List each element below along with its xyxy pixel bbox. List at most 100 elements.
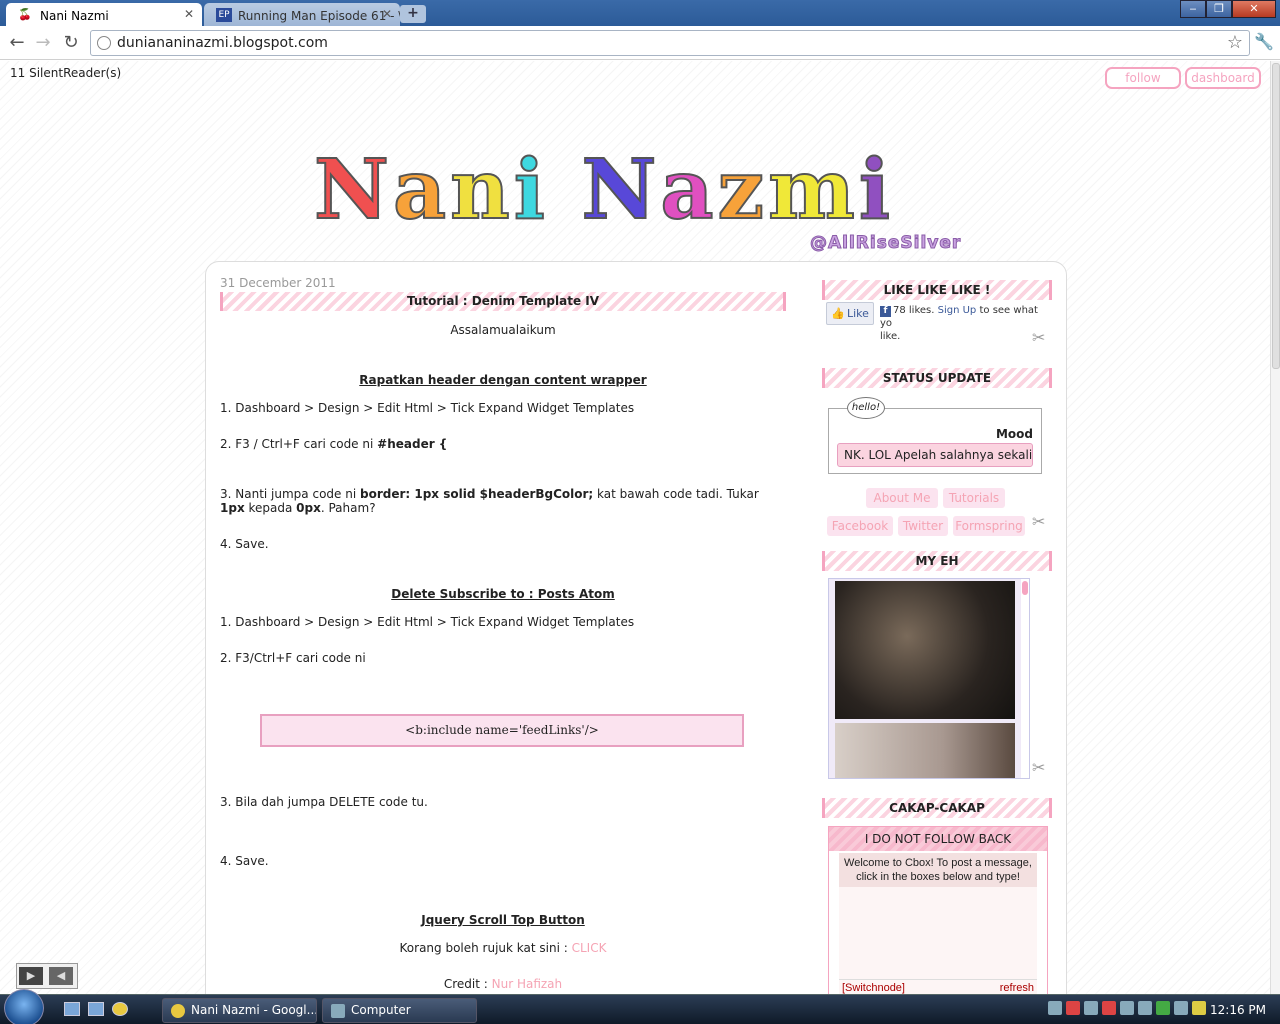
logo-letter: m xyxy=(767,142,859,238)
page-icon xyxy=(97,36,111,50)
link-about-me[interactable]: About Me xyxy=(866,488,938,508)
clock: 12:16 PM xyxy=(1210,1003,1266,1017)
photo-gallery[interactable] xyxy=(828,578,1030,779)
volume-icon[interactable]: ◀ xyxy=(49,967,73,985)
silent-readers: 11 SilentReader(s) xyxy=(10,66,122,80)
status-box: hello! Mood NK. LOL Apelah salahnya seka… xyxy=(828,397,1042,474)
cbox-widget: I DO NOT FOLLOW BACK Welcome to Cbox! To… xyxy=(828,826,1048,994)
tray-icon[interactable] xyxy=(1174,1001,1188,1015)
facebook-like-button[interactable]: Like xyxy=(826,302,874,325)
blog-logo[interactable]: Nani Nazmi xyxy=(313,142,895,238)
music-player: ▶ ◀ xyxy=(16,963,78,989)
like-heading: LIKE LIKE LIKE ! xyxy=(822,280,1052,300)
gallery-photo[interactable] xyxy=(835,723,1015,778)
explorer-icon[interactable] xyxy=(88,1002,104,1016)
link-tutorials[interactable]: Tutorials xyxy=(943,488,1005,508)
link-formspring[interactable]: Formspring xyxy=(953,516,1025,536)
tab-running-man[interactable]: EP Running Man Episode 61 - \ ✕ xyxy=(204,3,400,26)
tray-icon[interactable] xyxy=(1156,1001,1170,1015)
tray-icon[interactable] xyxy=(1138,1001,1152,1015)
credit-link[interactable]: Nur Hafizah xyxy=(492,977,563,991)
fb-signup-link[interactable]: Sign Up xyxy=(938,305,977,316)
status-heading: STATUS UPDATE xyxy=(822,368,1052,388)
step-text: 2. F3/Ctrl+F cari code ni xyxy=(220,651,366,665)
content-wrapper: 31 December 2011 Tutorial : Denim Templa… xyxy=(205,261,1067,994)
edit-widget-icon[interactable]: ✂ xyxy=(1032,512,1045,531)
url-text: duniananinazmi.blogspot.com xyxy=(117,35,328,51)
tray-icon[interactable] xyxy=(1102,1001,1116,1015)
minimize-button[interactable]: ‒ xyxy=(1180,0,1206,18)
logo-letter: n xyxy=(449,142,514,238)
maximize-button[interactable]: ❐ xyxy=(1206,0,1232,18)
gallery-photo[interactable] xyxy=(835,581,1015,719)
tab-title: Nani Nazmi xyxy=(40,9,109,23)
wrench-icon[interactable]: 🔧 xyxy=(1254,32,1274,51)
tray-icon[interactable] xyxy=(1066,1001,1080,1015)
section-heading: Rapatkan header dengan content wrapper xyxy=(359,373,647,387)
mood-label: Mood xyxy=(995,427,1033,441)
task-chrome[interactable]: Nani Nazmi - Googl... xyxy=(162,998,317,1023)
start-button[interactable] xyxy=(4,989,44,1024)
page-scrollbar[interactable] xyxy=(1270,61,1280,994)
tray-icon[interactable] xyxy=(1192,1001,1206,1015)
switchnode-link[interactable]: [Switchnode] xyxy=(842,982,905,994)
taskbar: Nani Nazmi - Googl... Computer 12:16 PM xyxy=(0,989,1280,1024)
close-window-button[interactable]: ✕ xyxy=(1232,0,1276,18)
edit-widget-icon[interactable]: ✂ xyxy=(1032,328,1045,347)
facebook-like-info: f 78 likes. Sign Up to see what yo like. xyxy=(880,305,1038,342)
link-twitter[interactable]: Twitter xyxy=(898,516,948,536)
logo-letter: a xyxy=(392,142,451,238)
section-heading: Jquery Scroll Top Button xyxy=(421,913,585,927)
cbox-title: I DO NOT FOLLOW BACK xyxy=(829,827,1047,851)
refresh-link[interactable]: refresh xyxy=(1000,982,1034,994)
address-bar[interactable]: duniananinazmi.blogspot.com ☆ xyxy=(90,30,1250,56)
edit-widget-icon[interactable]: ✂ xyxy=(1032,758,1045,777)
click-link[interactable]: CLICK xyxy=(572,941,607,955)
window-controls: ‒ ❐ ✕ xyxy=(1180,0,1276,18)
cbox-messages[interactable]: Welcome to Cbox! To post a message, clic… xyxy=(839,853,1037,994)
post-title[interactable]: Tutorial : Denim Template IV xyxy=(220,292,786,311)
logo-letter: z xyxy=(717,142,769,238)
back-button[interactable]: ← xyxy=(6,32,28,54)
tray-icon[interactable] xyxy=(1120,1001,1134,1015)
cbox-welcome: Welcome to Cbox! To post a message, clic… xyxy=(839,853,1037,887)
close-tab-icon[interactable]: ✕ xyxy=(184,7,194,21)
chrome-icon xyxy=(171,1004,185,1018)
step-text: 4. Save. xyxy=(220,537,269,551)
link-facebook[interactable]: Facebook xyxy=(827,516,893,536)
step-text: 3. Nanti jumpa code ni border: 1px solid… xyxy=(220,487,759,515)
logo-letter: i xyxy=(858,142,895,238)
gallery-scrollbar[interactable] xyxy=(1021,579,1029,778)
close-tab-icon[interactable]: ✕ xyxy=(382,7,392,21)
greeting: Assalamualaikum xyxy=(450,323,556,337)
chrome-icon[interactable] xyxy=(112,1002,128,1016)
myeh-heading: MY EH xyxy=(822,551,1052,571)
code-box: <b:include name='feedLinks'/> xyxy=(260,714,744,747)
logo-letter: i xyxy=(513,142,549,238)
play-icon[interactable]: ▶ xyxy=(19,967,43,985)
tab-nani-nazmi[interactable]: 🍒 Nani Nazmi ✕ xyxy=(6,3,202,26)
step-text: 4. Save. xyxy=(220,854,269,868)
follow-button[interactable]: follow xyxy=(1105,67,1181,89)
cbox-bar: [Switchnode] refresh xyxy=(839,979,1037,994)
star-icon[interactable]: ☆ xyxy=(1227,32,1243,53)
forward-button[interactable]: → xyxy=(32,32,54,54)
tray-icon[interactable] xyxy=(1084,1001,1098,1015)
reload-button[interactable]: ↻ xyxy=(60,32,82,54)
step-text: 2. F3 / Ctrl+F cari code ni #header { xyxy=(220,437,448,451)
section-heading: Delete Subscribe to : Posts Atom xyxy=(391,587,615,601)
mood-text: NK. LOL Apelah salahnya sekali- xyxy=(837,443,1033,467)
scrollbar-thumb[interactable] xyxy=(1272,63,1280,369)
show-desktop-icon[interactable] xyxy=(64,1002,80,1016)
credit-text: Credit : Nur Hafizah xyxy=(443,977,563,991)
new-tab-button[interactable]: + xyxy=(400,5,426,23)
blog-page: 11 SilentReader(s) follow dashboard Nani… xyxy=(0,61,1270,994)
task-computer[interactable]: Computer xyxy=(322,998,477,1023)
dashboard-button[interactable]: dashboard xyxy=(1185,67,1261,89)
ep-icon: EP xyxy=(216,8,232,22)
tray-icon[interactable] xyxy=(1048,1001,1062,1015)
step-text: 1. Dashboard > Design > Edit Html > Tick… xyxy=(220,615,635,629)
logo-letter: N xyxy=(580,142,661,238)
logo-letter: a xyxy=(659,142,718,238)
step-text: 1. Dashboard > Design > Edit Html > Tick… xyxy=(220,401,635,415)
